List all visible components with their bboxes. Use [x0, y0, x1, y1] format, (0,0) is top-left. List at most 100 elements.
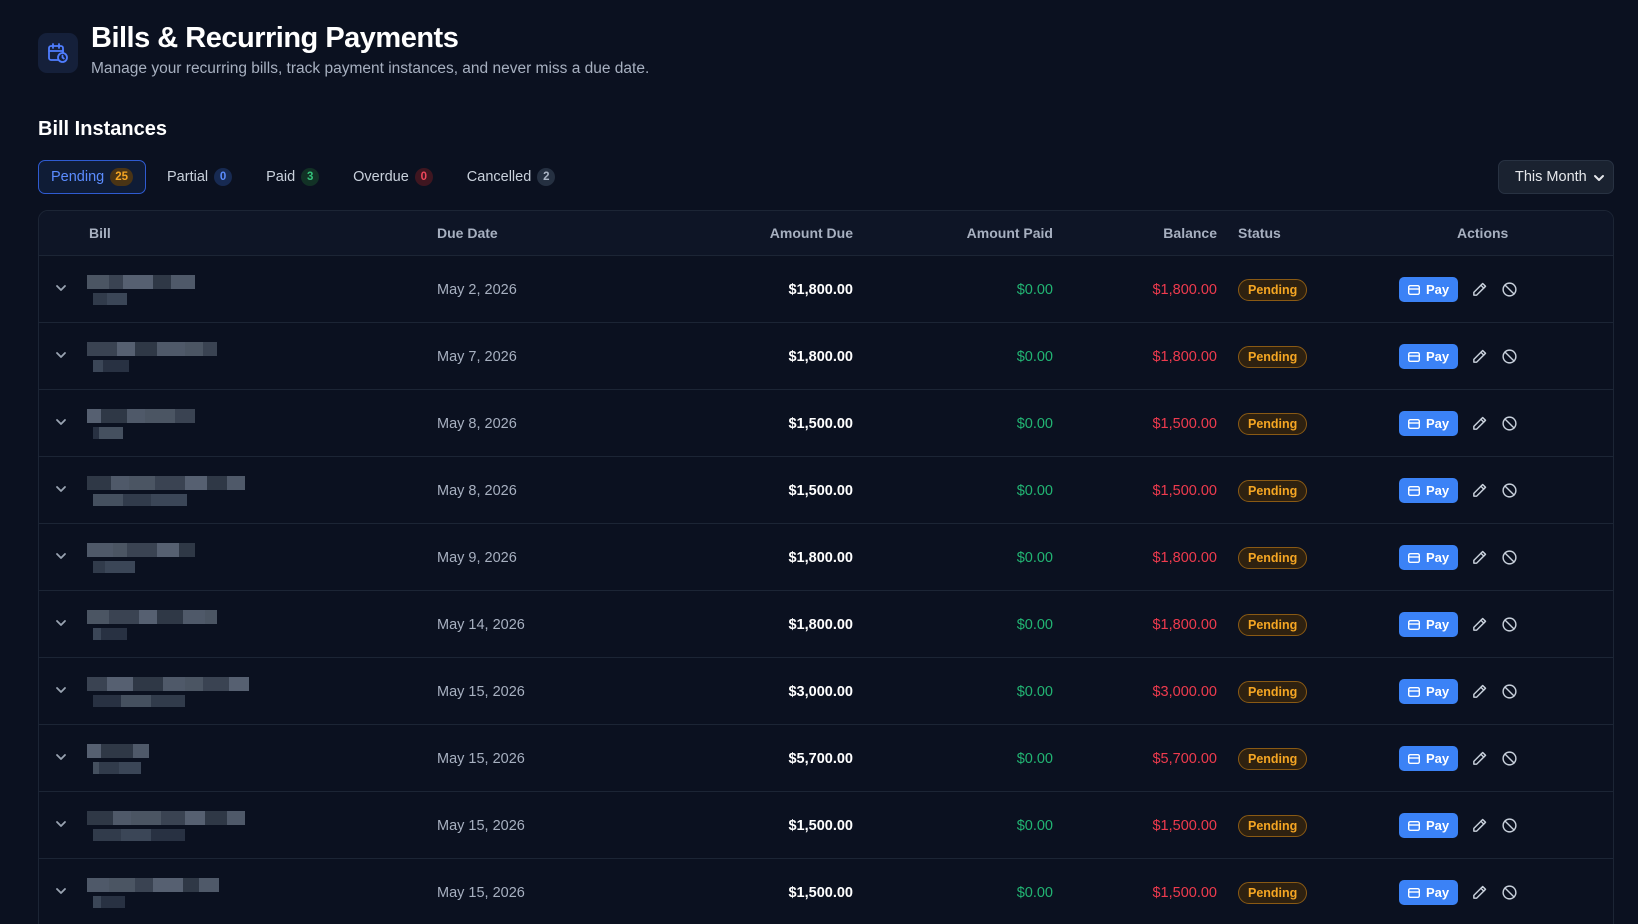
ban-icon[interactable] [1501, 683, 1518, 700]
ban-icon[interactable] [1501, 750, 1518, 767]
redacted-bill-name [87, 475, 245, 490]
amount-paid: $0.00 [1016, 616, 1053, 633]
ban-icon[interactable] [1501, 817, 1518, 834]
ban-icon[interactable] [1501, 415, 1518, 432]
redacted-bill-name [87, 743, 149, 758]
pay-button[interactable]: Pay [1399, 880, 1459, 905]
row-actions: Pay [1399, 725, 1518, 792]
bill-name-redacted [87, 524, 307, 591]
credit-card-icon [1408, 686, 1420, 697]
due-date: May 15, 2026 [437, 683, 525, 700]
redacted-bill-detail [93, 895, 125, 908]
table-row: May 7, 2026 $1,800.00 $0.00 $1,800.00 Pe… [39, 323, 1613, 390]
table-row: May 15, 2026 $3,000.00 $0.00 $3,000.00 P… [39, 658, 1613, 725]
pencil-icon[interactable] [1471, 817, 1488, 834]
tab-overdue[interactable]: Overdue 0 [340, 160, 446, 194]
expand-row-button[interactable] [49, 725, 73, 792]
pencil-icon[interactable] [1471, 683, 1488, 700]
ban-icon[interactable] [1501, 884, 1518, 901]
row-actions: Pay [1399, 390, 1518, 457]
tab-paid[interactable]: Paid 3 [253, 160, 332, 194]
pay-button[interactable]: Pay [1399, 746, 1459, 771]
due-date: May 15, 2026 [437, 750, 525, 767]
status-badge: Pending [1238, 345, 1308, 368]
chevron-down-icon [54, 616, 68, 634]
status-badge: Pending [1238, 479, 1308, 502]
redacted-bill-detail [93, 694, 185, 707]
tab-label: Pending [51, 169, 105, 185]
period-select[interactable]: This Month [1498, 160, 1614, 194]
expand-row-button[interactable] [49, 390, 73, 457]
chevron-down-icon [54, 750, 68, 768]
period-select-value: This Month [1515, 169, 1587, 185]
expand-row-button[interactable] [49, 256, 73, 323]
due-date: May 15, 2026 [437, 884, 525, 901]
pencil-icon[interactable] [1471, 348, 1488, 365]
amount-paid: $0.00 [1016, 482, 1053, 499]
pencil-icon[interactable] [1471, 616, 1488, 633]
pay-button[interactable]: Pay [1399, 478, 1459, 503]
tab-label: Paid [266, 169, 296, 185]
ban-icon[interactable] [1501, 348, 1518, 365]
due-date: May 9, 2026 [437, 549, 517, 566]
pencil-icon[interactable] [1471, 549, 1488, 566]
row-actions: Pay [1399, 658, 1518, 725]
credit-card-icon [1408, 619, 1420, 630]
pencil-icon[interactable] [1471, 415, 1488, 432]
expand-row-button[interactable] [49, 524, 73, 591]
chevron-down-icon [54, 549, 68, 567]
tab-cancelled[interactable]: Cancelled 2 [454, 160, 569, 194]
expand-row-button[interactable] [49, 457, 73, 524]
due-date: May 15, 2026 [437, 817, 525, 834]
redacted-bill-detail [93, 828, 185, 841]
table-row: May 9, 2026 $1,800.00 $0.00 $1,800.00 Pe… [39, 524, 1613, 591]
pencil-icon[interactable] [1471, 281, 1488, 298]
tab-pending[interactable]: Pending 25 [38, 160, 147, 194]
pay-button-label: Pay [1426, 684, 1450, 699]
balance: $1,800.00 [1152, 281, 1217, 298]
pay-button[interactable]: Pay [1399, 344, 1459, 369]
expand-row-button[interactable] [49, 658, 73, 725]
status-badge: Pending [1238, 546, 1308, 569]
ban-icon[interactable] [1501, 482, 1518, 499]
pencil-icon[interactable] [1471, 884, 1488, 901]
pay-button-label: Pay [1426, 416, 1450, 431]
bill-name-redacted [87, 859, 307, 924]
bills-page: Bills & Recurring Payments Manage your r… [0, 0, 1638, 924]
bill-name-redacted [87, 725, 307, 792]
pay-button[interactable]: Pay [1399, 545, 1459, 570]
column-header-bill: Bill [89, 225, 111, 241]
pay-button-label: Pay [1426, 617, 1450, 632]
ban-icon[interactable] [1501, 549, 1518, 566]
due-date: May 2, 2026 [437, 281, 517, 298]
ban-icon[interactable] [1501, 616, 1518, 633]
amount-due: $1,800.00 [788, 549, 853, 566]
status-badge: Pending [1238, 680, 1308, 703]
pencil-icon[interactable] [1471, 482, 1488, 499]
redacted-bill-name [87, 609, 217, 624]
pay-button[interactable]: Pay [1399, 411, 1459, 436]
pay-button[interactable]: Pay [1399, 813, 1459, 838]
expand-row-button[interactable] [49, 792, 73, 859]
ban-icon[interactable] [1501, 281, 1518, 298]
chevron-down-icon [54, 482, 68, 500]
expand-row-button[interactable] [49, 591, 73, 658]
pay-button[interactable]: Pay [1399, 612, 1459, 637]
redacted-bill-name [87, 877, 219, 892]
tab-partial[interactable]: Partial 0 [154, 160, 245, 194]
status-cell: Pending [1238, 792, 1308, 859]
pay-button[interactable]: Pay [1399, 277, 1459, 302]
pay-button[interactable]: Pay [1399, 679, 1459, 704]
expand-row-button[interactable] [49, 859, 73, 924]
amount-paid: $0.00 [1016, 750, 1053, 767]
redacted-bill-name [87, 810, 245, 825]
pencil-icon[interactable] [1471, 750, 1488, 767]
amount-due: $1,800.00 [788, 616, 853, 633]
column-header-balance: Balance [1163, 225, 1217, 241]
expand-row-button[interactable] [49, 323, 73, 390]
pay-button-label: Pay [1426, 282, 1450, 297]
column-header-due-date: Due Date [437, 225, 498, 241]
pay-button-label: Pay [1426, 349, 1450, 364]
page-header: Bills & Recurring Payments Manage your r… [38, 20, 649, 78]
pay-button-label: Pay [1426, 550, 1450, 565]
